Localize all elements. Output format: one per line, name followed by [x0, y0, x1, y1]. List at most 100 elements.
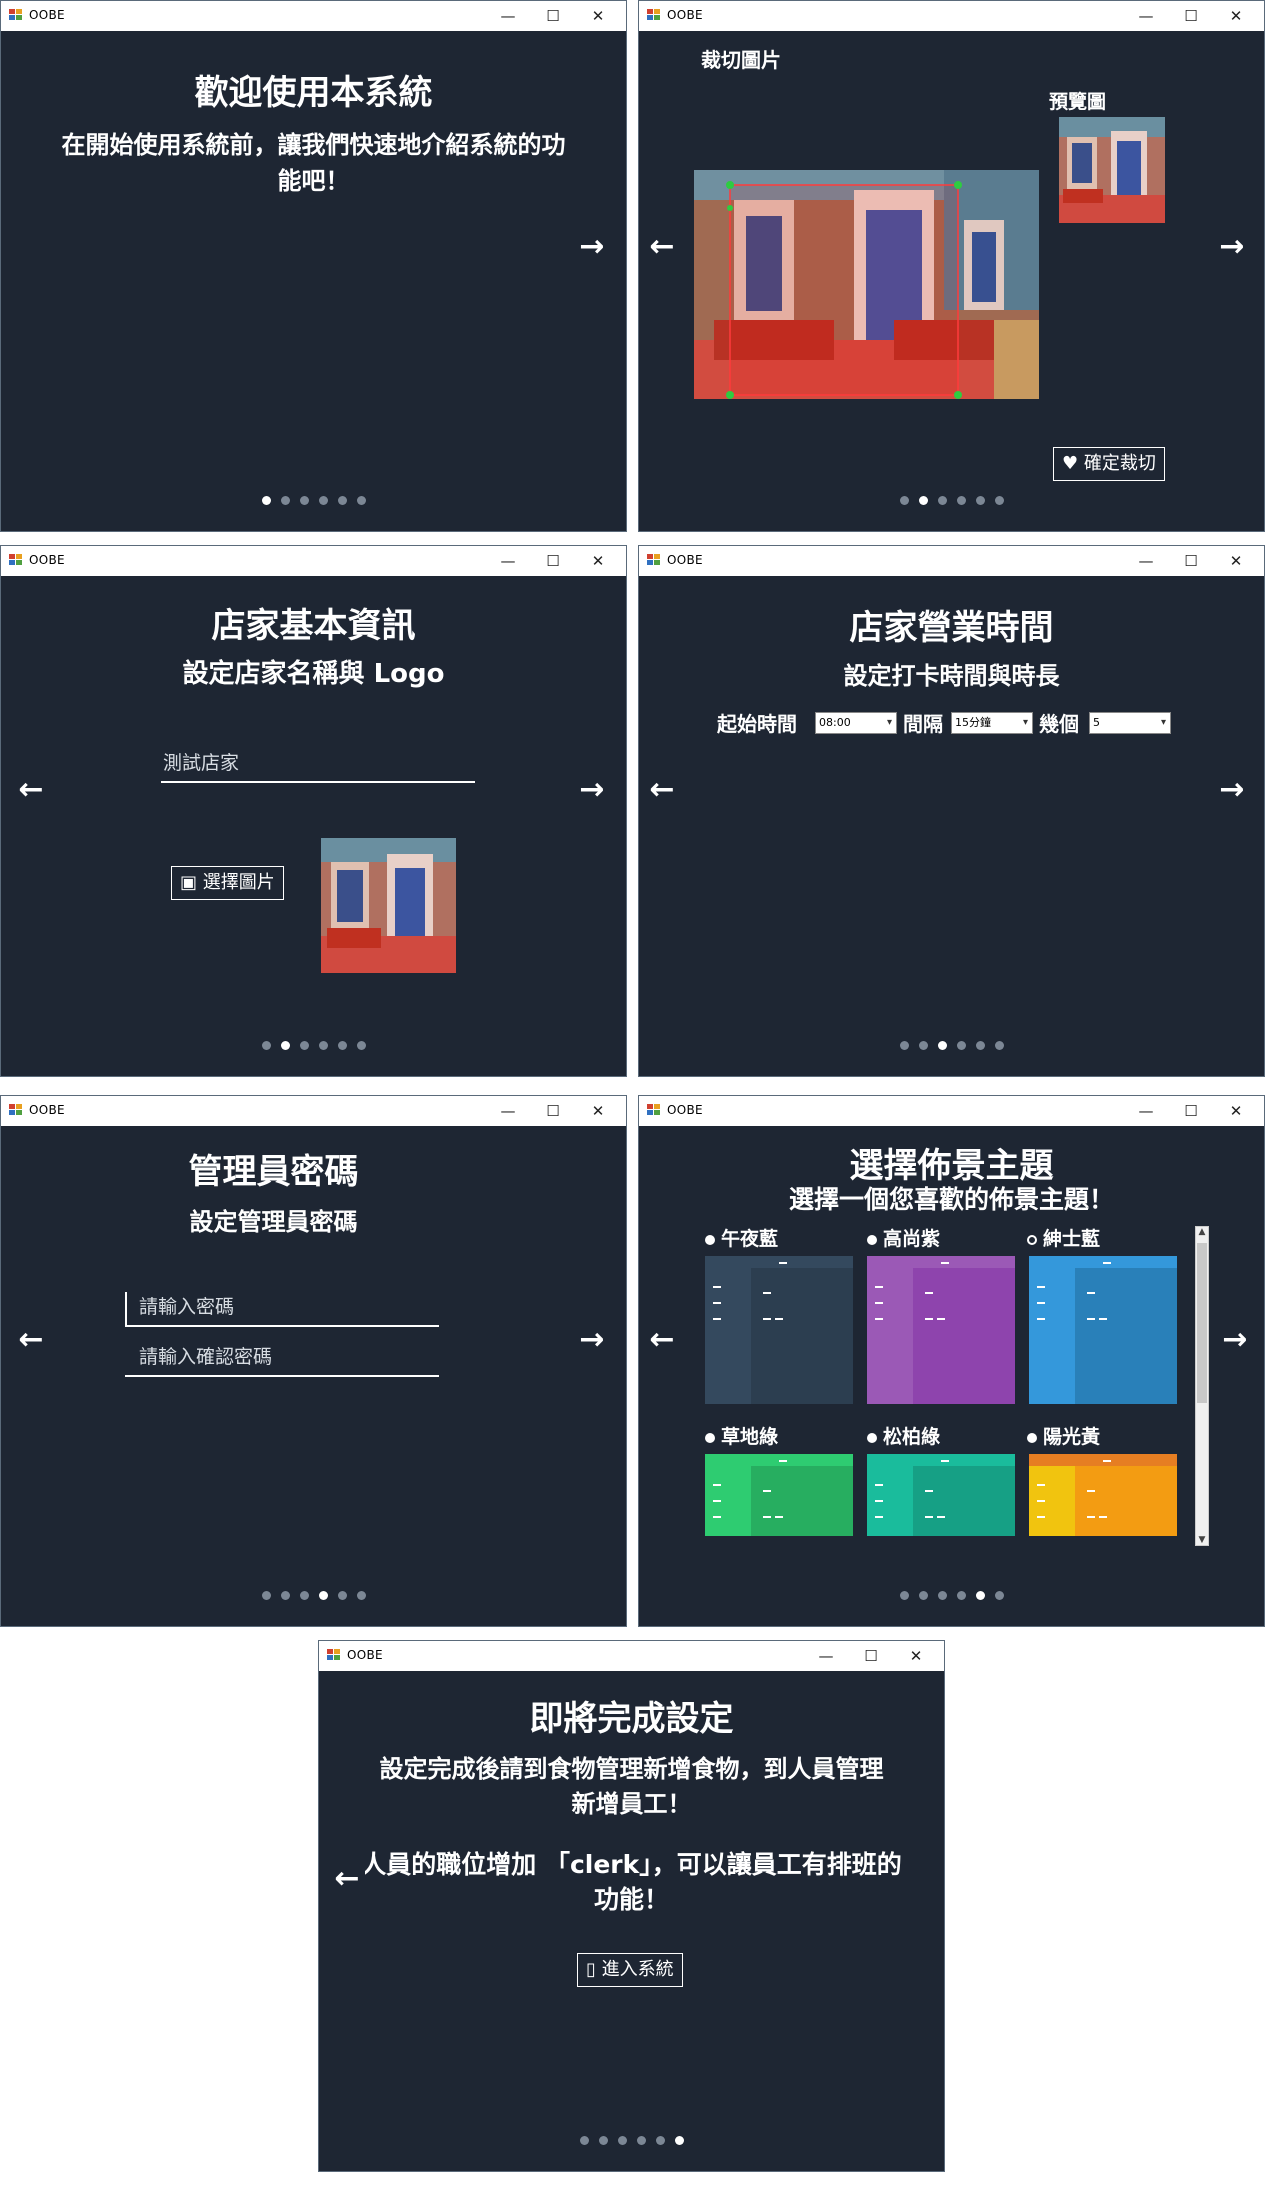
page-dot[interactable]: [956, 496, 966, 505]
page-dot[interactable]: [280, 496, 290, 505]
theme-preview-grass-green[interactable]: [705, 1454, 853, 1536]
prev-arrow-icon[interactable]: ←: [329, 1861, 365, 1897]
close-button[interactable]: ✕: [576, 1096, 620, 1126]
title-bar[interactable]: OOBE — ☐ ✕: [639, 1096, 1264, 1126]
maximize-button[interactable]: ☐: [1169, 1096, 1213, 1126]
next-arrow-icon[interactable]: →: [574, 1322, 610, 1358]
page-dot[interactable]: [337, 1041, 347, 1050]
theme-preview-sunshine-yellow[interactable]: [1029, 1454, 1177, 1536]
page-dot[interactable]: [299, 1041, 309, 1050]
prev-arrow-icon[interactable]: ←: [644, 229, 680, 265]
title-bar[interactable]: OOBE — ☐ ✕: [1, 546, 626, 576]
page-dot[interactable]: [261, 496, 271, 505]
page-dot[interactable]: [318, 1041, 328, 1050]
scroll-up-icon[interactable]: ▲: [1196, 1227, 1208, 1237]
page-dot[interactable]: [318, 496, 328, 505]
close-button[interactable]: ✕: [894, 1641, 938, 1671]
next-arrow-icon[interactable]: →: [574, 229, 610, 265]
page-dot[interactable]: [337, 1591, 347, 1600]
prev-arrow-icon[interactable]: ←: [13, 772, 49, 808]
confirm-password-input[interactable]: 請輸入確認密碼: [125, 1342, 439, 1377]
maximize-button[interactable]: ☐: [531, 1096, 575, 1126]
page-dot[interactable]: [899, 496, 909, 505]
minimize-button[interactable]: —: [1124, 1, 1168, 31]
theme-preview-noble-purple[interactable]: [867, 1256, 1015, 1404]
page-dot[interactable]: [975, 1041, 985, 1050]
start-time-select[interactable]: 08:00 ▾: [815, 712, 897, 734]
maximize-button[interactable]: ☐: [849, 1641, 893, 1671]
page-dot[interactable]: [356, 1041, 366, 1050]
page-dot[interactable]: [918, 1041, 928, 1050]
maximize-button[interactable]: ☐: [531, 1, 575, 31]
page-dot[interactable]: [617, 2136, 627, 2145]
title-bar[interactable]: OOBE — ☐ ✕: [1, 1, 626, 31]
close-button[interactable]: ✕: [576, 1, 620, 31]
page-dot[interactable]: [994, 1591, 1004, 1600]
theme-preview-gentleman-blue[interactable]: [1029, 1256, 1177, 1404]
theme-option-noble-purple[interactable]: 高尚紫: [867, 1224, 940, 1251]
confirm-crop-button[interactable]: ♥ 確定裁切: [1053, 447, 1165, 481]
title-bar[interactable]: OOBE — ☐ ✕: [1, 1096, 626, 1126]
page-dot[interactable]: [975, 1591, 985, 1600]
minimize-button[interactable]: —: [486, 1, 530, 31]
next-arrow-icon[interactable]: →: [1217, 1322, 1253, 1358]
theme-option-grass-green[interactable]: 草地綠: [705, 1422, 778, 1449]
page-dot[interactable]: [918, 1591, 928, 1600]
minimize-button[interactable]: —: [486, 1096, 530, 1126]
title-bar[interactable]: OOBE — ☐ ✕: [319, 1641, 944, 1671]
page-dot[interactable]: [994, 496, 1004, 505]
interval-select[interactable]: 15分鐘 ▾: [951, 712, 1033, 734]
theme-scrollbar[interactable]: ▲ ▼: [1195, 1226, 1209, 1546]
scroll-down-icon[interactable]: ▼: [1196, 1535, 1208, 1545]
page-dot[interactable]: [261, 1591, 271, 1600]
select-image-button[interactable]: ▣ 選擇圖片: [171, 866, 284, 900]
minimize-button[interactable]: —: [486, 546, 530, 576]
page-dot[interactable]: [655, 2136, 665, 2145]
theme-option-pine-green[interactable]: 松柏綠: [867, 1422, 940, 1449]
close-button[interactable]: ✕: [1214, 546, 1258, 576]
page-dot[interactable]: [674, 2136, 684, 2145]
prev-arrow-icon[interactable]: ←: [644, 1322, 680, 1358]
theme-option-sunshine-yellow[interactable]: 陽光黃: [1027, 1422, 1100, 1449]
password-input[interactable]: 請輸入密碼: [125, 1292, 439, 1327]
title-bar[interactable]: OOBE — ☐ ✕: [639, 1, 1264, 31]
close-button[interactable]: ✕: [576, 546, 620, 576]
page-dot[interactable]: [956, 1041, 966, 1050]
theme-preview-midnight-blue[interactable]: [705, 1256, 853, 1404]
page-dot[interactable]: [937, 496, 947, 505]
maximize-button[interactable]: ☐: [1169, 1, 1213, 31]
theme-option-gentleman-blue[interactable]: 紳士藍: [1027, 1224, 1100, 1251]
page-dot[interactable]: [899, 1591, 909, 1600]
page-dot[interactable]: [636, 2136, 646, 2145]
page-dot[interactable]: [956, 1591, 966, 1600]
page-dot[interactable]: [579, 2136, 589, 2145]
next-arrow-icon[interactable]: →: [1214, 229, 1250, 265]
page-dot[interactable]: [337, 496, 347, 505]
prev-arrow-icon[interactable]: ←: [13, 1322, 49, 1358]
page-dot[interactable]: [937, 1041, 947, 1050]
minimize-button[interactable]: —: [804, 1641, 848, 1671]
theme-preview-pine-green[interactable]: [867, 1454, 1015, 1536]
page-dot[interactable]: [318, 1591, 328, 1600]
next-arrow-icon[interactable]: →: [1214, 772, 1250, 808]
page-dot[interactable]: [280, 1591, 290, 1600]
scrollbar-thumb[interactable]: [1197, 1243, 1207, 1403]
page-dot[interactable]: [899, 1041, 909, 1050]
page-dot[interactable]: [261, 1041, 271, 1050]
page-dot[interactable]: [356, 1591, 366, 1600]
page-dot[interactable]: [280, 1041, 290, 1050]
crop-source-image[interactable]: [694, 170, 1039, 399]
count-select[interactable]: 5 ▾: [1089, 712, 1171, 734]
minimize-button[interactable]: —: [1124, 1096, 1168, 1126]
page-dot[interactable]: [937, 1591, 947, 1600]
page-dot[interactable]: [598, 2136, 608, 2145]
page-dot[interactable]: [918, 496, 928, 505]
maximize-button[interactable]: ☐: [1169, 546, 1213, 576]
theme-option-midnight-blue[interactable]: 午夜藍: [705, 1224, 778, 1251]
maximize-button[interactable]: ☐: [531, 546, 575, 576]
close-button[interactable]: ✕: [1214, 1096, 1258, 1126]
prev-arrow-icon[interactable]: ←: [644, 772, 680, 808]
page-dot[interactable]: [356, 496, 366, 505]
enter-system-button[interactable]: ▯ 進入系統: [577, 1953, 683, 1987]
title-bar[interactable]: OOBE — ☐ ✕: [639, 546, 1264, 576]
